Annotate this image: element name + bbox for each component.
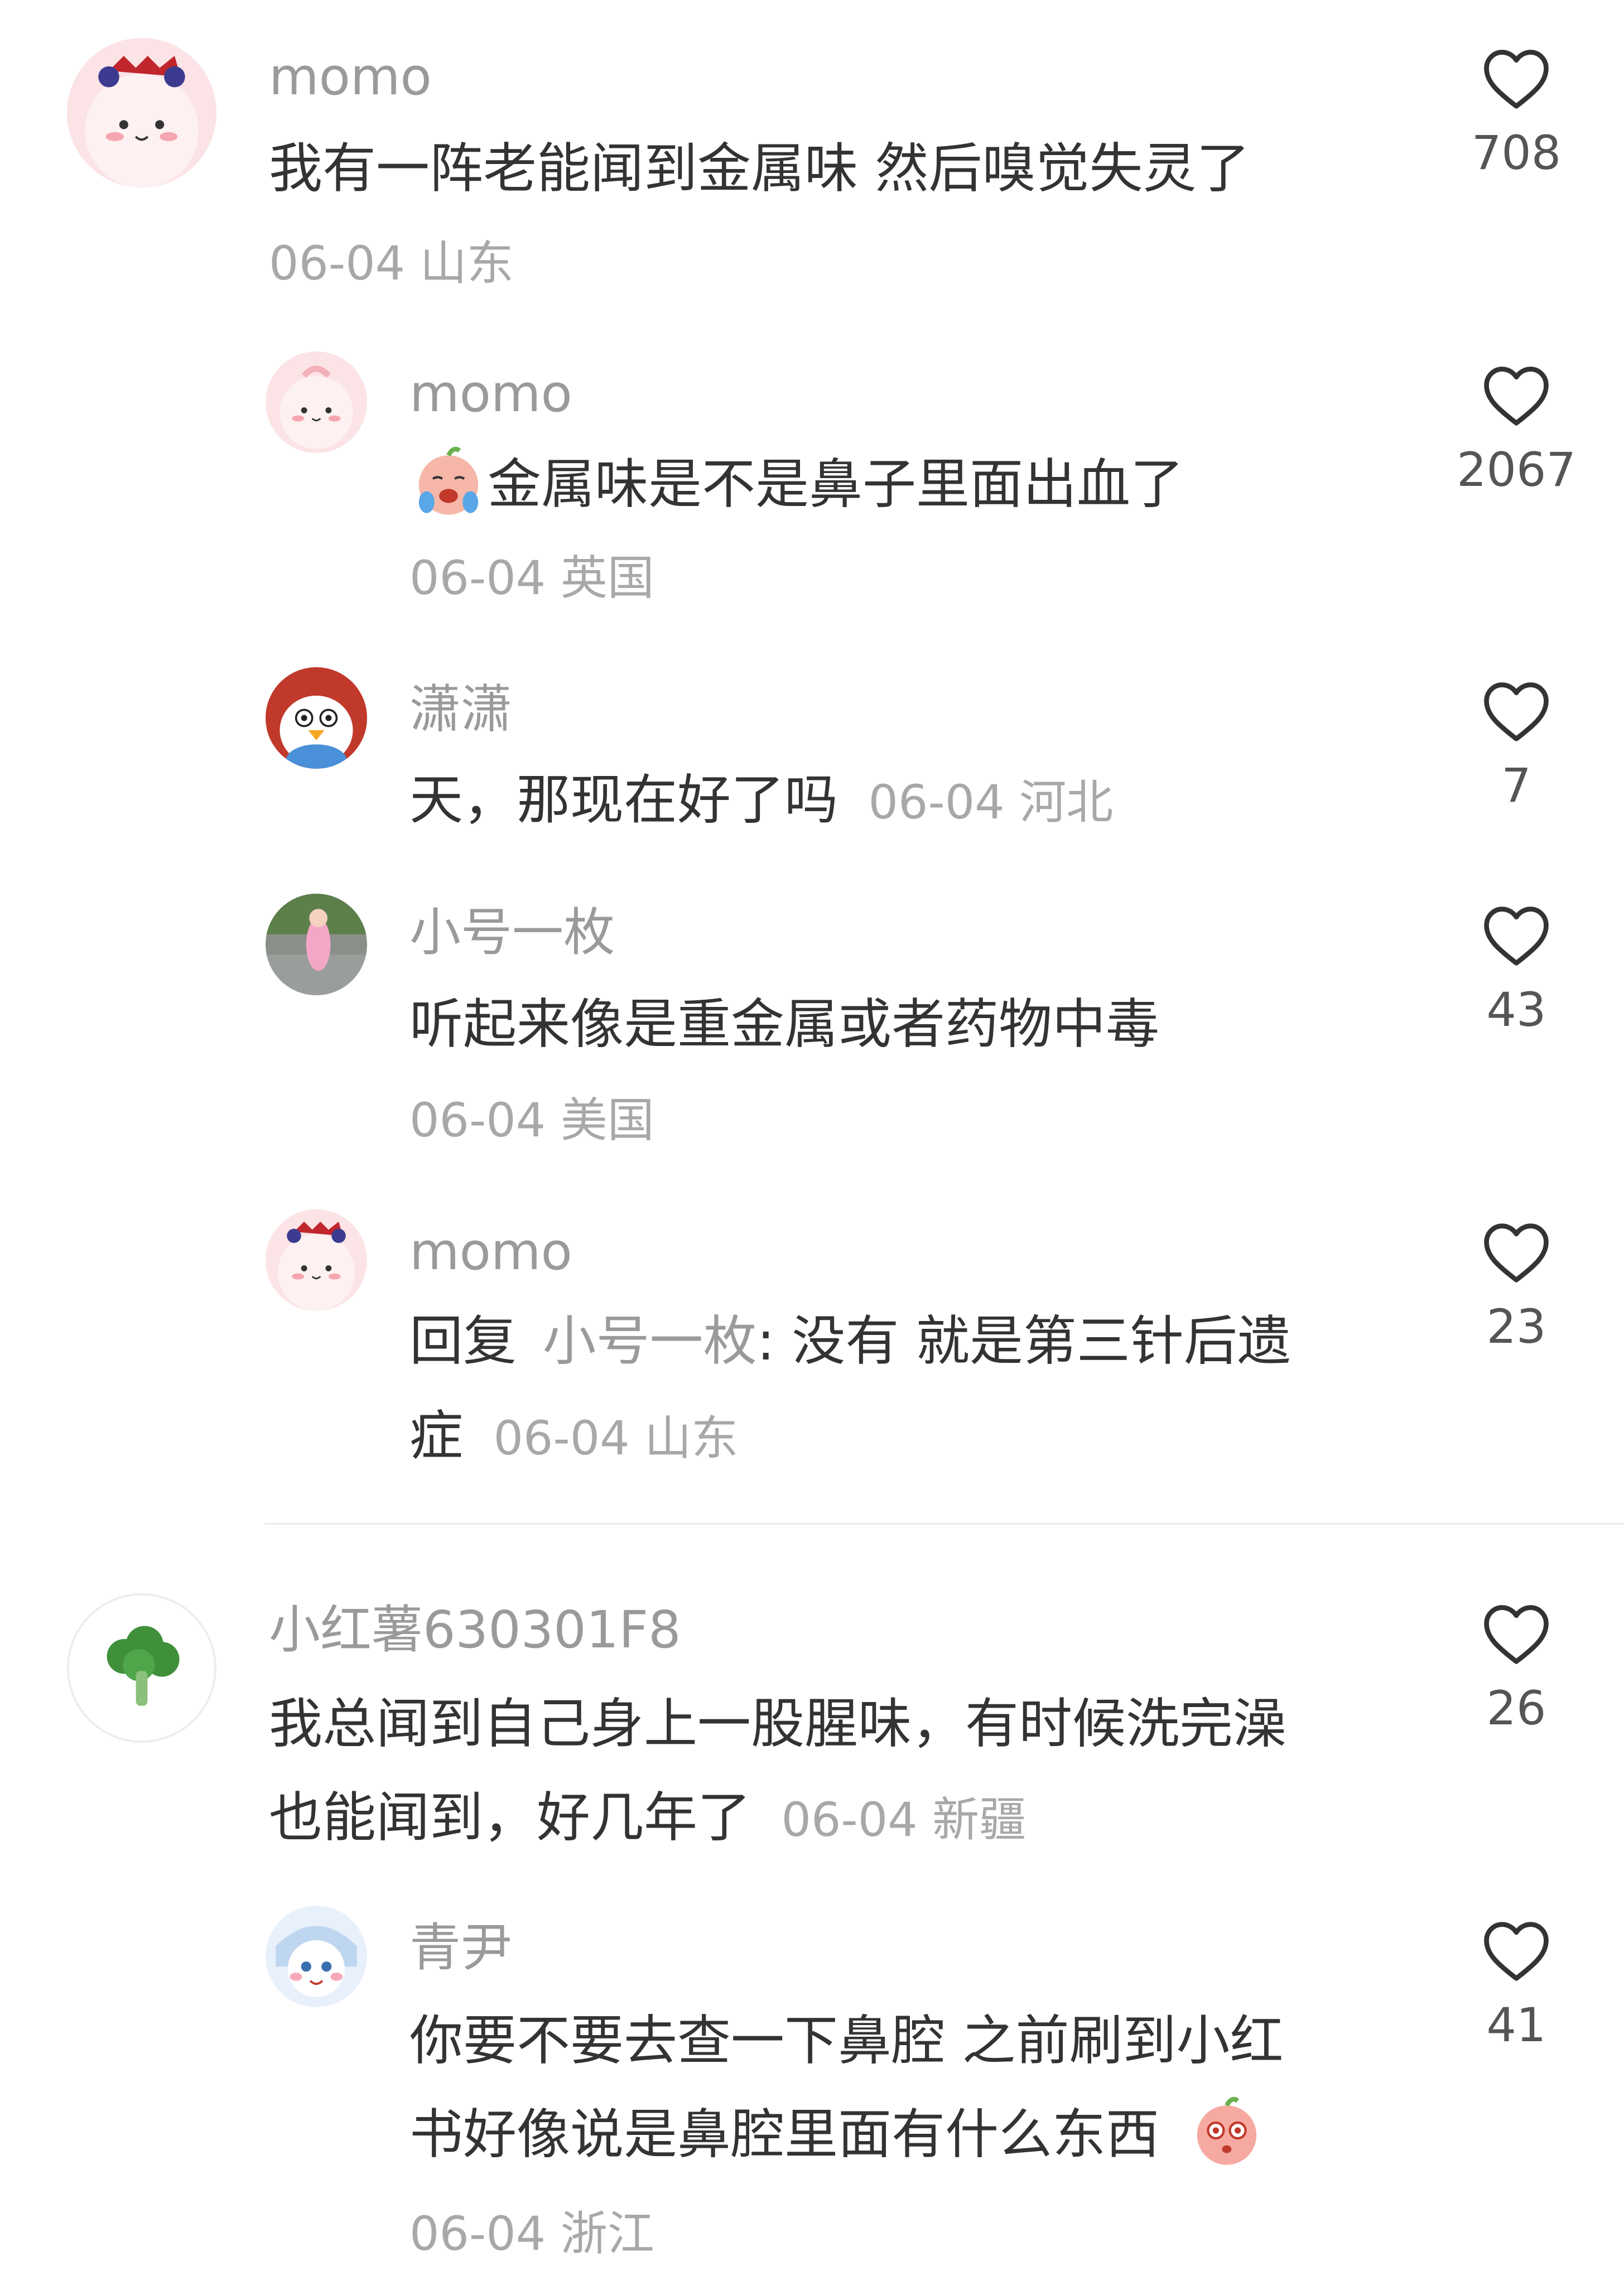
- comment-text: 我总闻到自己身上一股腥味，有时候洗完澡: [269, 1693, 1286, 1755]
- heart-outline-icon: [1482, 681, 1551, 743]
- shocked-peach-emoji-icon: [1188, 2091, 1266, 2170]
- comment-meta: 06-04 河北: [868, 775, 1114, 830]
- comment-text-line: 回复 小号一枚: 没有 就是第三针后遗: [409, 1294, 1291, 1388]
- like-count: 708: [1471, 126, 1562, 180]
- like-count: 41: [1486, 1998, 1546, 2052]
- username[interactable]: momo: [269, 51, 432, 103]
- comment-text: 书好像说是鼻腔里面有什么东西: [409, 2103, 1159, 2166]
- like-button[interactable]: 7: [1438, 681, 1594, 809]
- comment-text: 你要不要去查一下鼻腔 之前刷到小红: [409, 2009, 1284, 2072]
- heart-outline-icon: [1482, 905, 1551, 967]
- comment-text: 也能闻到，好几年了: [269, 1786, 751, 1849]
- comment-text: 我有一阵老能闻到金属味 然后嗅觉失灵了: [269, 137, 1250, 200]
- comment-text: 天，那现在好了吗: [409, 769, 838, 831]
- broccoli-avatar[interactable]: [67, 1593, 216, 1743]
- heart-outline-icon: [1482, 1920, 1551, 1983]
- comment-text: 症: [409, 1405, 463, 1467]
- comment-text-line: 天，那现在好了吗 06-04 河北: [409, 753, 1113, 849]
- like-button[interactable]: 708: [1438, 48, 1594, 176]
- username[interactable]: 小红薯630301F8: [269, 1604, 681, 1656]
- comment-text: 金属味是不是鼻子里面出血了: [488, 453, 1184, 515]
- comment-meta: 06-04 新疆: [781, 1792, 1027, 1847]
- comment-text: : 没有 就是第三针后遗: [756, 1310, 1291, 1372]
- comment-text: 听起来像是重金属或者药物中毒: [409, 993, 1159, 1055]
- peach-character-avatar[interactable]: [266, 351, 367, 453]
- comment-text-line: 书好像说是鼻腔里面有什么东西: [409, 2088, 1266, 2181]
- username[interactable]: 潇潇: [409, 684, 512, 735]
- comment-meta: 06-04 山东: [493, 1411, 739, 1466]
- comment-meta: 06-04 浙江: [409, 2206, 654, 2261]
- like-button[interactable]: 23: [1438, 1222, 1594, 1350]
- reply-to-username[interactable]: 小号一枚: [543, 1310, 757, 1372]
- peach-character-crown-avatar[interactable]: [67, 38, 216, 187]
- like-count: 43: [1486, 982, 1546, 1037]
- username[interactable]: 青尹: [409, 1922, 512, 1974]
- reply-prefix: 回复: [409, 1310, 517, 1372]
- comment-meta: 06-04 英国: [409, 551, 654, 605]
- heart-outline-icon: [1482, 1222, 1551, 1284]
- peach-character-crown-avatar[interactable]: [266, 1209, 367, 1311]
- like-button[interactable]: 2067: [1438, 365, 1594, 493]
- comment-meta: 06-04 美国: [409, 1093, 654, 1148]
- username[interactable]: momo: [409, 368, 572, 420]
- username[interactable]: 小号一枚: [409, 907, 615, 958]
- comment-text-line: 也能闻到，好几年了 06-04 新疆: [269, 1771, 1026, 1867]
- like-button[interactable]: 41: [1438, 1920, 1594, 2048]
- penguin-cartoon-avatar[interactable]: [266, 667, 367, 769]
- like-count: 2067: [1457, 442, 1576, 497]
- child-photo-avatar[interactable]: [266, 894, 367, 995]
- comment-text-line: 症 06-04 山东: [409, 1389, 738, 1485]
- like-button[interactable]: 43: [1438, 905, 1594, 1033]
- cartoon-girl-avatar[interactable]: [266, 1906, 367, 2007]
- comment-text-line: 金属味是不是鼻子里面出血了: [409, 437, 1184, 531]
- heart-outline-icon: [1482, 1603, 1551, 1666]
- username[interactable]: momo: [409, 1226, 572, 1278]
- heart-outline-icon: [1482, 48, 1551, 110]
- like-count: 23: [1486, 1299, 1546, 1354]
- divider: [264, 1523, 1624, 1525]
- like-count: 26: [1486, 1681, 1546, 1736]
- heart-outline-icon: [1482, 365, 1551, 427]
- crying-peach-emoji-icon: [409, 441, 488, 519]
- like-count: 7: [1501, 758, 1531, 813]
- like-button[interactable]: 26: [1438, 1603, 1594, 1732]
- comment-meta: 06-04 山东: [269, 236, 514, 291]
